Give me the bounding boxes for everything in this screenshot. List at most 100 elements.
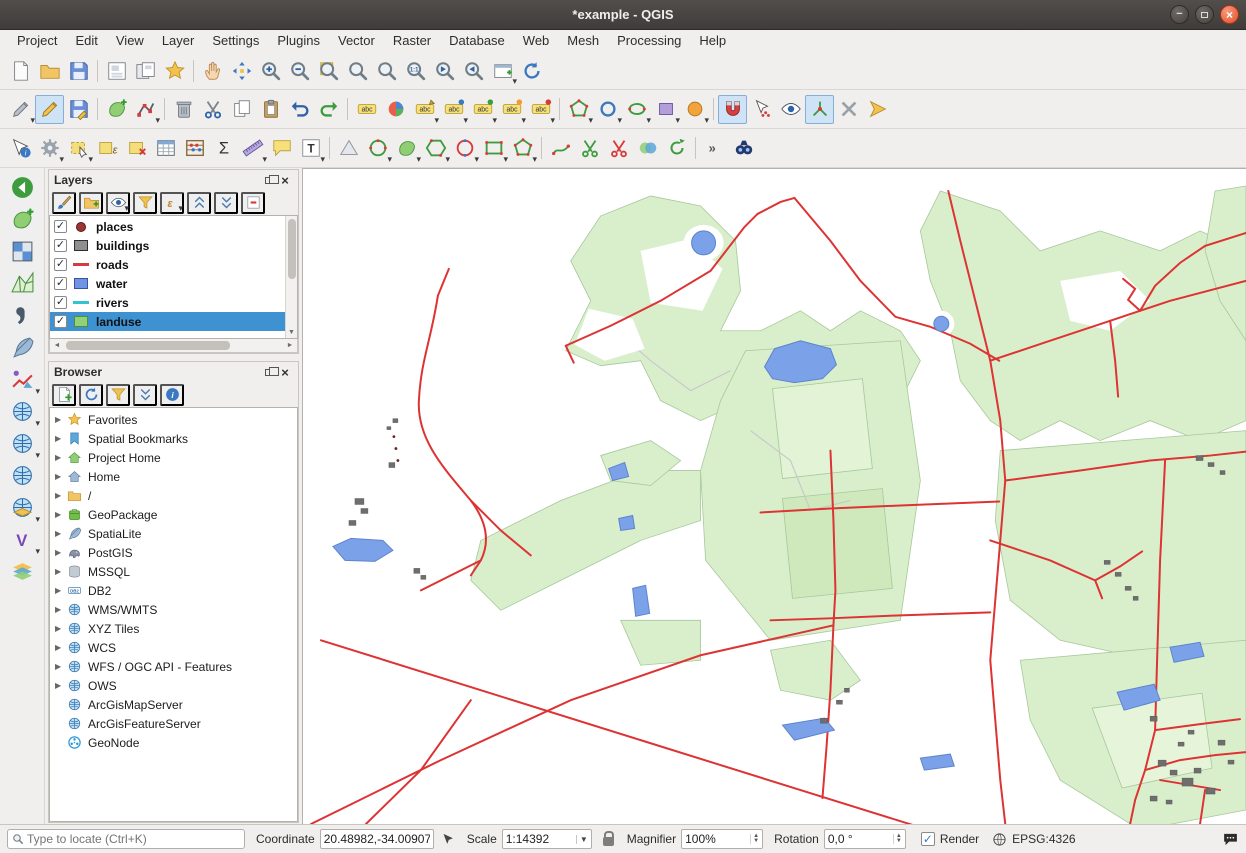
minimize-button[interactable]: −: [1170, 5, 1189, 24]
coordinate-input[interactable]: [324, 832, 430, 846]
browser-item-wfs[interactable]: ▶ WFS / OGC API - Features: [50, 657, 297, 676]
deselect-all-button[interactable]: [122, 134, 151, 163]
menu-project[interactable]: Project: [8, 30, 66, 52]
menu-processing[interactable]: Processing: [608, 30, 690, 52]
paste-features-button[interactable]: [256, 95, 285, 124]
layer-diagram-button[interactable]: [381, 95, 410, 124]
zoom-out-button[interactable]: [285, 56, 314, 85]
expander-icon[interactable]: ▶: [55, 624, 66, 633]
spinner-arrows[interactable]: ▲▼: [893, 834, 902, 844]
layer-checkbox[interactable]: ✓: [54, 277, 67, 290]
layer-checkbox[interactable]: ✓: [54, 220, 67, 233]
layer-item-water[interactable]: ✓ water: [50, 274, 297, 293]
delete-selected-button[interactable]: [169, 95, 198, 124]
reshape-features-button[interactable]: [546, 134, 575, 163]
vertex-editor-button[interactable]: [747, 95, 776, 124]
float-panel-button[interactable]: [261, 173, 277, 187]
menu-help[interactable]: Help: [690, 30, 735, 52]
highlight-labels-button[interactable]: ▾: [439, 95, 468, 124]
browser-item-favorites[interactable]: ▶ Favorites: [50, 410, 297, 429]
merge-features-button[interactable]: [633, 134, 662, 163]
layer-checkbox[interactable]: ✓: [54, 315, 67, 328]
layer-item-roads[interactable]: ✓ roads: [50, 255, 297, 274]
menu-web[interactable]: Web: [514, 30, 559, 52]
layer-labeling-button[interactable]: [352, 95, 381, 124]
close-panel-button[interactable]: ×: [277, 173, 293, 187]
field-calculator-button[interactable]: [180, 134, 209, 163]
new-map-view-button[interactable]: ▾: [488, 56, 517, 85]
new-print-layout-button[interactable]: [102, 56, 131, 85]
browser-item-wcs[interactable]: ▶ WCS: [50, 638, 297, 657]
add-mesh-layer-button[interactable]: [4, 267, 40, 299]
browser-item-spatialite[interactable]: ▶ SpatiaLite: [50, 524, 297, 543]
layer-item-buildings[interactable]: ✓ buildings: [50, 236, 297, 255]
maximize-button[interactable]: [1195, 5, 1214, 24]
measure-button[interactable]: ▾: [238, 134, 267, 163]
locate-input[interactable]: [27, 832, 240, 846]
add-delimited-text-button[interactable]: [4, 299, 40, 331]
scroll-left-arrow[interactable]: ◄: [50, 342, 64, 349]
open-project-button[interactable]: [35, 56, 64, 85]
collapse-browser-button[interactable]: [133, 384, 157, 406]
pan-map-button[interactable]: [198, 56, 227, 85]
add-wfs-layer-button[interactable]: [4, 459, 40, 491]
collapse-all-button[interactable]: [214, 192, 238, 214]
map-canvas[interactable]: [302, 168, 1246, 824]
layer-stack-button[interactable]: [4, 555, 40, 587]
crs-icon[interactable]: [992, 832, 1007, 847]
crs-label[interactable]: EPSG:4326: [1012, 832, 1075, 846]
circle-red-button[interactable]: ▾: [450, 134, 479, 163]
filter-by-expression-button[interactable]: ▾: [160, 192, 184, 214]
menu-raster[interactable]: Raster: [384, 30, 440, 52]
spinner-arrows[interactable]: ▲▼: [750, 834, 759, 844]
circle-3points-button[interactable]: ▾: [392, 134, 421, 163]
map-tips-eye-button[interactable]: [776, 95, 805, 124]
expander-icon[interactable]: ▶: [55, 643, 66, 652]
browser-item-spatial-bookmarks[interactable]: ▶ Spatial Bookmarks: [50, 429, 297, 448]
locate-search-button[interactable]: [729, 134, 758, 163]
layers-vertical-scrollbar[interactable]: ▼: [285, 216, 297, 338]
expander-icon[interactable]: ▶: [55, 662, 66, 671]
expander-icon[interactable]: ▶: [55, 681, 66, 690]
identify-features-button[interactable]: [6, 134, 35, 163]
expander-icon[interactable]: ▶: [55, 453, 66, 462]
zoom-last-button[interactable]: [430, 56, 459, 85]
expander-icon[interactable]: ▶: [55, 586, 66, 595]
change-label-button[interactable]: ▾: [526, 95, 555, 124]
save-project-button[interactable]: [64, 56, 93, 85]
select-by-expression-button[interactable]: [93, 134, 122, 163]
layer-checkbox[interactable]: ✓: [54, 258, 67, 271]
zoom-next-button[interactable]: [459, 56, 488, 85]
split-features-button[interactable]: [575, 134, 604, 163]
regular-polygon-button[interactable]: ▾: [508, 134, 537, 163]
browser-item-home[interactable]: ▶ Home: [50, 467, 297, 486]
lock-scale-icon[interactable]: [603, 837, 614, 846]
add-ows-layer-button[interactable]: ▾: [4, 491, 40, 523]
circle-tool-dropdown-button[interactable]: ▾: [593, 95, 622, 124]
layer-checkbox[interactable]: ✓: [54, 296, 67, 309]
expander-icon[interactable]: ▶: [55, 529, 66, 538]
scrollbar-thumb[interactable]: [288, 219, 296, 279]
rotation-spinbox[interactable]: ▲▼: [824, 829, 906, 849]
run-feature-action-button[interactable]: ▾: [35, 134, 64, 163]
cut-features-button[interactable]: [198, 95, 227, 124]
browser-item-geonode[interactable]: ▶ GeoNode: [50, 733, 297, 752]
menu-vector[interactable]: Vector: [329, 30, 384, 52]
browser-item-project-home[interactable]: ▶ Project Home: [50, 448, 297, 467]
float-panel-button[interactable]: [261, 365, 277, 379]
regular-shape-dropdown-button[interactable]: ▾: [680, 95, 709, 124]
browser-item-arcgisfeatureserver[interactable]: ▶ ArcGisFeatureServer: [50, 714, 297, 733]
add-group-button[interactable]: [79, 192, 103, 214]
add-wms-layer-button[interactable]: ▾: [4, 395, 40, 427]
magnifier-input[interactable]: [685, 832, 750, 846]
scroll-down-arrow[interactable]: ▼: [288, 329, 295, 338]
select-tool-dropdown-button[interactable]: ▾: [564, 95, 593, 124]
feature-cursor-button[interactable]: [863, 95, 892, 124]
zoom-native-button[interactable]: [401, 56, 430, 85]
zoom-in-button[interactable]: [256, 56, 285, 85]
rotate-label-button[interactable]: ▾: [497, 95, 526, 124]
refresh-map-button[interactable]: [517, 56, 546, 85]
layers-horizontal-scrollbar[interactable]: ◄ ►: [49, 339, 298, 353]
show-layout-manager-button[interactable]: [131, 56, 160, 85]
expander-icon[interactable]: ▶: [55, 434, 66, 443]
